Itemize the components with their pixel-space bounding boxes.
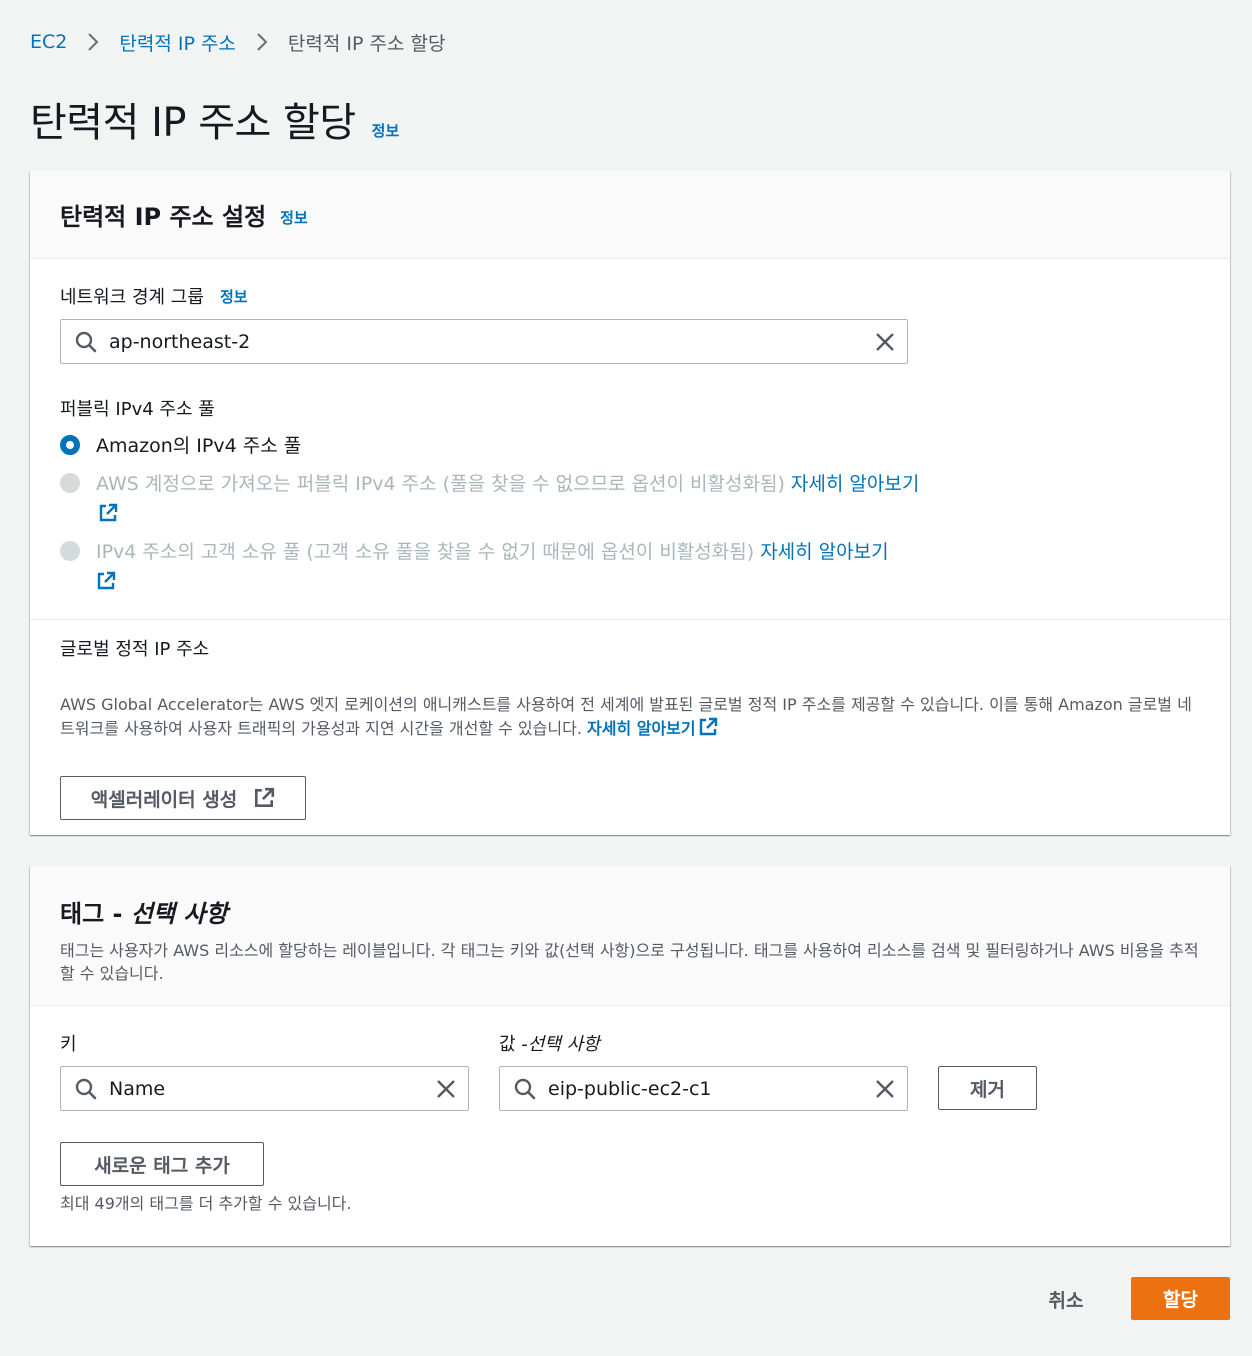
tag-key-input[interactable]: Name [60,1066,469,1111]
global-static-ip-label: 글로벌 정적 IP 주소 [60,635,209,661]
network-border-group-label-text: 네트워크 경계 그룹 [60,287,204,308]
radio-byoip-pool-text: AWS 계정으로 가져오는 퍼블릭 IPv4 주소 (풀을 찾을 수 없으므로 … [96,473,785,495]
external-link-icon [698,717,718,744]
radio-button-disabled [60,541,80,561]
tag-key-value: Name [109,1077,166,1100]
network-border-group-input[interactable]: ap-northeast-2 [60,319,908,364]
breadcrumb-current: 탄력적 IP 주소 할당 [287,32,446,55]
radio-customer-owned-pool-label: IPv4 주소의 고객 소유 풀 (고객 소유 풀을 찾을 수 없기 때문에 옵… [96,537,889,600]
tag-value-label: 값 - 선택 사항 [499,1030,600,1056]
search-icon [75,331,97,353]
remove-tag-button[interactable]: 제거 [938,1066,1037,1110]
tags-description: 태그는 사용자가 AWS 리소스에 할당하는 레이블입니다. 각 태그는 키와 … [60,941,1199,983]
allocate-button[interactable]: 할당 [1131,1277,1230,1320]
remove-tag-button-label: 제거 [970,1078,1005,1101]
add-tag-button-label: 새로운 태그 추가 [94,1154,230,1177]
ipv4-pool-label: 퍼블릭 IPv4 주소 풀 [60,395,215,421]
network-border-group-label: 네트워크 경계 그룹 정보 [60,283,248,309]
global-static-ip-description: AWS Global Accelerator는 AWS 엣지 로케이션의 애니캐… [60,693,1205,744]
tag-value-input[interactable]: eip-public-ec2-c1 [499,1066,908,1111]
radio-button-disabled [60,473,80,493]
breadcrumb: EC2 탄력적 IP 주소 탄력적 IP 주소 할당 [30,28,445,56]
page-info-link[interactable]: 정보 [372,120,400,141]
tags-title: 태그 - 선택 사항 [60,900,228,928]
breadcrumb-elastic-ip[interactable]: 탄력적 IP 주소 [119,29,236,56]
elastic-ip-settings-panel: 탄력적 IP 주소 설정 정보 네트워크 경계 그룹 정보 ap-northea… [30,171,1230,835]
radio-byoip-pool: AWS 계정으로 가져오는 퍼블릭 IPv4 주소 (풀을 찾을 수 없으므로 … [60,469,940,532]
settings-title: 탄력적 IP 주소 설정 [60,203,267,231]
settings-header: 탄력적 IP 주소 설정 정보 [30,171,1230,259]
settings-info-link[interactable]: 정보 [280,207,308,228]
tag-key-label: 키 [60,1030,77,1056]
chevron-right-icon [256,32,268,52]
page-header: 탄력적 IP 주소 할당 정보 [30,90,399,148]
chevron-right-icon [87,32,99,52]
tag-key-label-text: 키 [60,1034,77,1055]
close-icon[interactable] [875,332,895,352]
radio-customer-owned-pool-text: IPv4 주소의 고객 소유 풀 (고객 소유 풀을 찾을 수 없기 때문에 옵… [96,541,755,563]
search-icon [514,1078,536,1100]
radio-customer-owned-pool: IPv4 주소의 고객 소유 풀 (고객 소유 풀을 찾을 수 없기 때문에 옵… [60,537,940,600]
breadcrumb-ec2[interactable]: EC2 [30,31,67,53]
ipv4-pool-label-text: 퍼블릭 IPv4 주소 풀 [60,399,215,420]
tag-value-value: eip-public-ec2-c1 [548,1077,712,1100]
radio-button-selected[interactable] [60,435,80,455]
radio-amazon-pool[interactable]: Amazon의 IPv4 주소 풀 [60,431,940,461]
external-link-icon [98,502,118,532]
radio-amazon-pool-label: Amazon의 IPv4 주소 풀 [96,435,302,457]
page-title: 탄력적 IP 주소 할당 [30,100,356,146]
create-accelerator-button-label: 액셀러레이터 생성 [90,788,238,811]
network-border-group-value: ap-northeast-2 [109,330,251,353]
network-border-group-info-link[interactable]: 정보 [220,286,248,307]
tags-header: 태그 - 선택 사항 태그는 사용자가 AWS 리소스에 할당하는 레이블입니다… [30,866,1230,1006]
tags-title-optional: 선택 사항 [130,900,228,928]
tag-limit-text: 최대 49개의 태그를 더 추가할 수 있습니다. [60,1194,352,1213]
add-tag-button[interactable]: 새로운 태그 추가 [60,1142,264,1186]
global-accelerator-learn-more-link[interactable]: 자세히 알아보기 [587,717,718,738]
tag-value-label-optional: 선택 사항 [527,1034,600,1055]
search-icon [75,1078,97,1100]
external-link-icon [253,787,275,809]
close-icon[interactable] [436,1079,456,1099]
create-accelerator-button[interactable]: 액셀러레이터 생성 [60,776,306,820]
global-static-ip-label-text: 글로벌 정적 IP 주소 [60,639,210,660]
external-link-icon [96,570,116,600]
radio-byoip-pool-label: AWS 계정으로 가져오는 퍼블릭 IPv4 주소 (풀을 찾을 수 없으므로 … [96,469,940,532]
divider [30,619,1230,620]
cancel-button[interactable]: 취소 [1040,1278,1092,1320]
close-icon[interactable] [875,1079,895,1099]
tags-panel: 태그 - 선택 사항 태그는 사용자가 AWS 리소스에 할당하는 레이블입니다… [30,866,1230,1246]
